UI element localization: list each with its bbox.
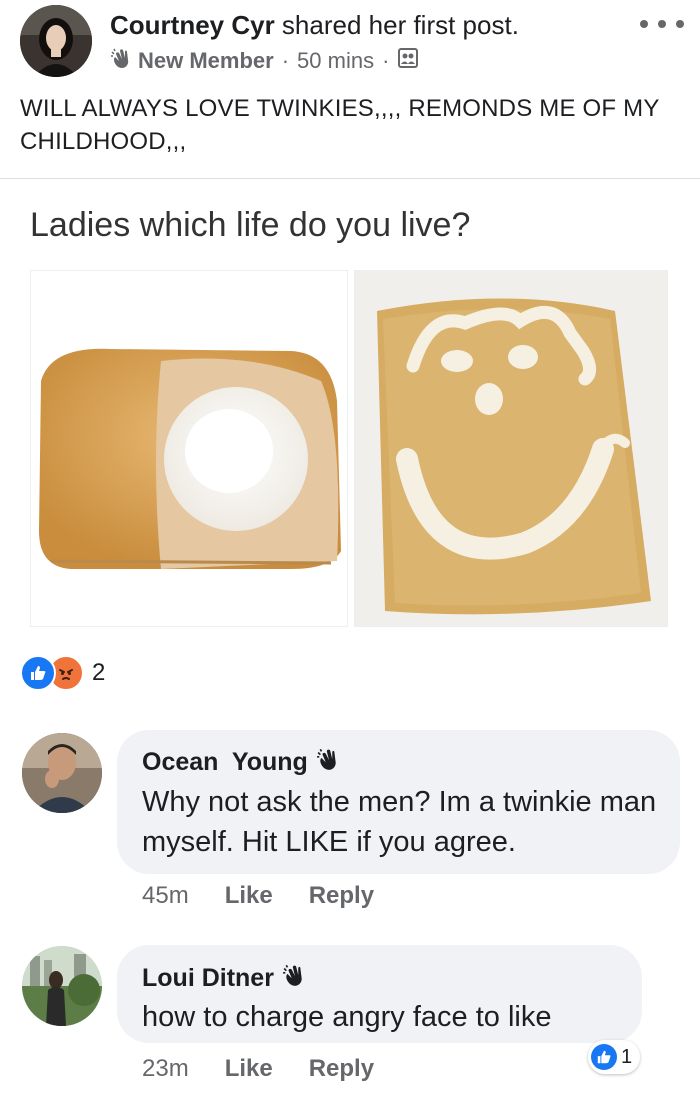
wave-icon	[274, 962, 308, 995]
meta-separator: ·	[281, 48, 290, 73]
comment-like-button[interactable]: Like	[225, 1055, 273, 1083]
post-text: WILL ALWAYS LOVE TWINKIES,,,, REMONDS ME…	[20, 95, 660, 155]
new-member-badge: New Member	[138, 48, 274, 73]
commenter-name-row: Loui Ditner	[142, 962, 308, 995]
comment-reply-button[interactable]: Reply	[309, 1055, 374, 1083]
comment-reply-button[interactable]: Reply	[309, 882, 374, 910]
author-name[interactable]: Courtney Cyr	[110, 10, 275, 40]
commenter-name[interactable]: Ocean Young	[142, 748, 308, 777]
comment-actions: 23m Like Reply	[142, 1055, 374, 1083]
more-options-icon[interactable]	[640, 14, 684, 34]
author-action-text: shared her first post.	[274, 10, 519, 40]
meme-caption: Ladies which life do you live?	[30, 206, 471, 244]
divider	[0, 178, 700, 179]
comment-like-button[interactable]: Like	[225, 882, 273, 910]
comment-reaction-badge[interactable]: 1	[588, 1040, 641, 1074]
comment-timestamp[interactable]: 23m	[142, 1055, 189, 1083]
smiley-cake-photo[interactable]	[354, 270, 668, 627]
comment-reaction-count: 1	[621, 1045, 633, 1068]
comment-text: how to charge angry face to like	[142, 1001, 552, 1033]
like-reaction-icon	[20, 655, 56, 691]
commenter-avatar[interactable]	[22, 946, 102, 1026]
author-avatar[interactable]	[20, 5, 92, 77]
commenter-name[interactable]: Loui Ditner	[142, 964, 274, 993]
wave-icon	[308, 746, 342, 779]
post-meta: New Member · 50 mins ·	[110, 46, 419, 76]
meta-separator: ·	[382, 48, 390, 73]
commenter-avatar[interactable]	[22, 733, 102, 813]
post-timestamp[interactable]: 50 mins	[297, 48, 374, 74]
wave-icon	[110, 46, 134, 76]
post-author-line: Courtney Cyr shared her first post.	[110, 10, 519, 41]
twinkie-photo[interactable]	[30, 270, 348, 627]
reaction-count[interactable]: 2	[92, 659, 105, 687]
audience-group-icon[interactable]	[397, 47, 419, 75]
commenter-name-row: Ocean Young	[142, 746, 342, 779]
like-reaction-icon	[591, 1044, 617, 1070]
post-reactions[interactable]: 2	[20, 655, 105, 691]
comment-timestamp[interactable]: 45m	[142, 882, 189, 910]
comment-actions: 45m Like Reply	[142, 882, 374, 910]
comment-text: Why not ask the men? Im a twinkie man my…	[142, 786, 657, 858]
